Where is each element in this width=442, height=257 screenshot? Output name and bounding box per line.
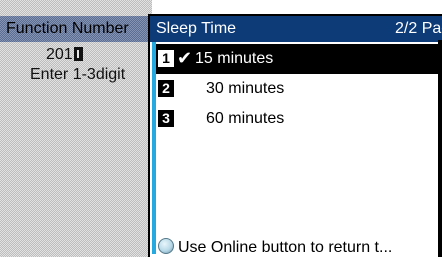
dialog-header: Sleep Time 2/2 Pag [150, 16, 442, 42]
option-label: 60 minutes [206, 110, 285, 127]
footer-hint-text: Use Online button to return t... [178, 239, 393, 256]
option-label: 30 minutes [206, 80, 285, 97]
online-button-icon [158, 238, 174, 254]
function-number-title: Function Number [6, 20, 129, 37]
option-list: 1 ✔ 15 minutes 2 30 minutes 3 60 minutes [156, 44, 442, 134]
option-number-badge: 2 [158, 80, 174, 97]
dialog-right-edge [438, 40, 442, 257]
function-number-value: 201 [46, 46, 73, 63]
footer-hint: Use Online button to return t... [158, 238, 392, 257]
check-icon: ✔ [177, 48, 193, 68]
option-15-minutes[interactable]: 1 ✔ 15 minutes [156, 44, 442, 74]
dialog-title: Sleep Time [156, 20, 237, 37]
function-number-hint: Enter 1-3digit [30, 66, 126, 83]
function-number-value-row: 201 [46, 46, 83, 64]
option-number-badge: 1 [158, 50, 174, 67]
page-indicator: 2/2 Pag [395, 20, 442, 37]
option-60-minutes[interactable]: 3 60 minutes [156, 104, 442, 134]
sleep-time-dialog: Sleep Time 2/2 Pag 1 ✔ 15 minutes 2 30 m… [148, 14, 442, 257]
option-30-minutes[interactable]: 2 30 minutes [156, 74, 442, 104]
text-cursor-icon [73, 47, 83, 61]
option-label: 15 minutes [195, 50, 274, 67]
printer-panel-screen: Function Number 201 Enter 1-3digit Sleep… [0, 0, 442, 257]
option-number-badge: 3 [158, 110, 174, 127]
